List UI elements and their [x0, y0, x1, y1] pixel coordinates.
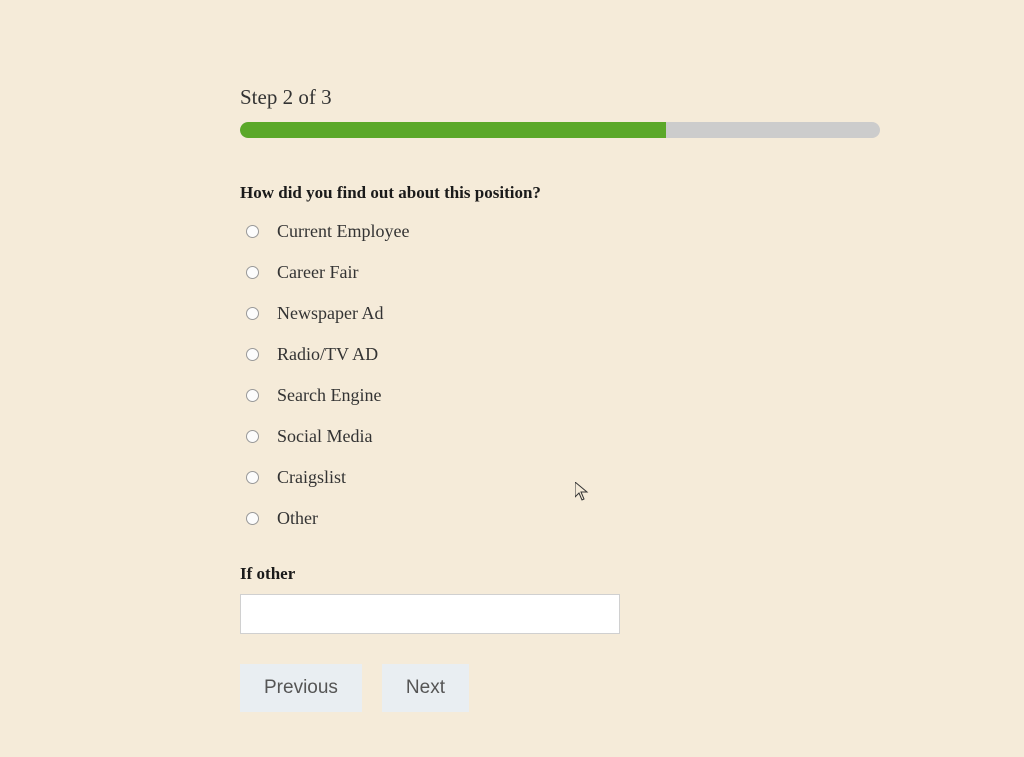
option-row[interactable]: Career Fair [246, 262, 874, 283]
button-row: Previous Next [240, 664, 874, 712]
option-row[interactable]: Current Employee [246, 221, 874, 242]
option-label[interactable]: Other [277, 508, 318, 529]
option-row[interactable]: Craigslist [246, 467, 874, 488]
radio-other[interactable] [246, 512, 259, 525]
if-other-label: If other [240, 564, 874, 584]
previous-button[interactable]: Previous [240, 664, 362, 712]
option-label[interactable]: Radio/TV AD [277, 344, 378, 365]
option-label[interactable]: Newspaper Ad [277, 303, 383, 324]
radio-newspaper-ad[interactable] [246, 307, 259, 320]
radio-craigslist[interactable] [246, 471, 259, 484]
step-label: Step 2 of 3 [240, 85, 874, 110]
option-row[interactable]: Social Media [246, 426, 874, 447]
radio-social-media[interactable] [246, 430, 259, 443]
option-label[interactable]: Career Fair [277, 262, 358, 283]
option-row[interactable]: Search Engine [246, 385, 874, 406]
progress-bar [240, 122, 880, 138]
options-group: Current Employee Career Fair Newspaper A… [246, 221, 874, 529]
option-label[interactable]: Search Engine [277, 385, 381, 406]
option-row[interactable]: Radio/TV AD [246, 344, 874, 365]
if-other-input[interactable] [240, 594, 620, 634]
radio-search-engine[interactable] [246, 389, 259, 402]
option-row[interactable]: Other [246, 508, 874, 529]
radio-current-employee[interactable] [246, 225, 259, 238]
option-label[interactable]: Social Media [277, 426, 372, 447]
radio-career-fair[interactable] [246, 266, 259, 279]
option-label[interactable]: Craigslist [277, 467, 346, 488]
radio-radio-tv-ad[interactable] [246, 348, 259, 361]
option-row[interactable]: Newspaper Ad [246, 303, 874, 324]
progress-fill [240, 122, 666, 138]
option-label[interactable]: Current Employee [277, 221, 409, 242]
question-text: How did you find out about this position… [240, 183, 874, 203]
next-button[interactable]: Next [382, 664, 469, 712]
